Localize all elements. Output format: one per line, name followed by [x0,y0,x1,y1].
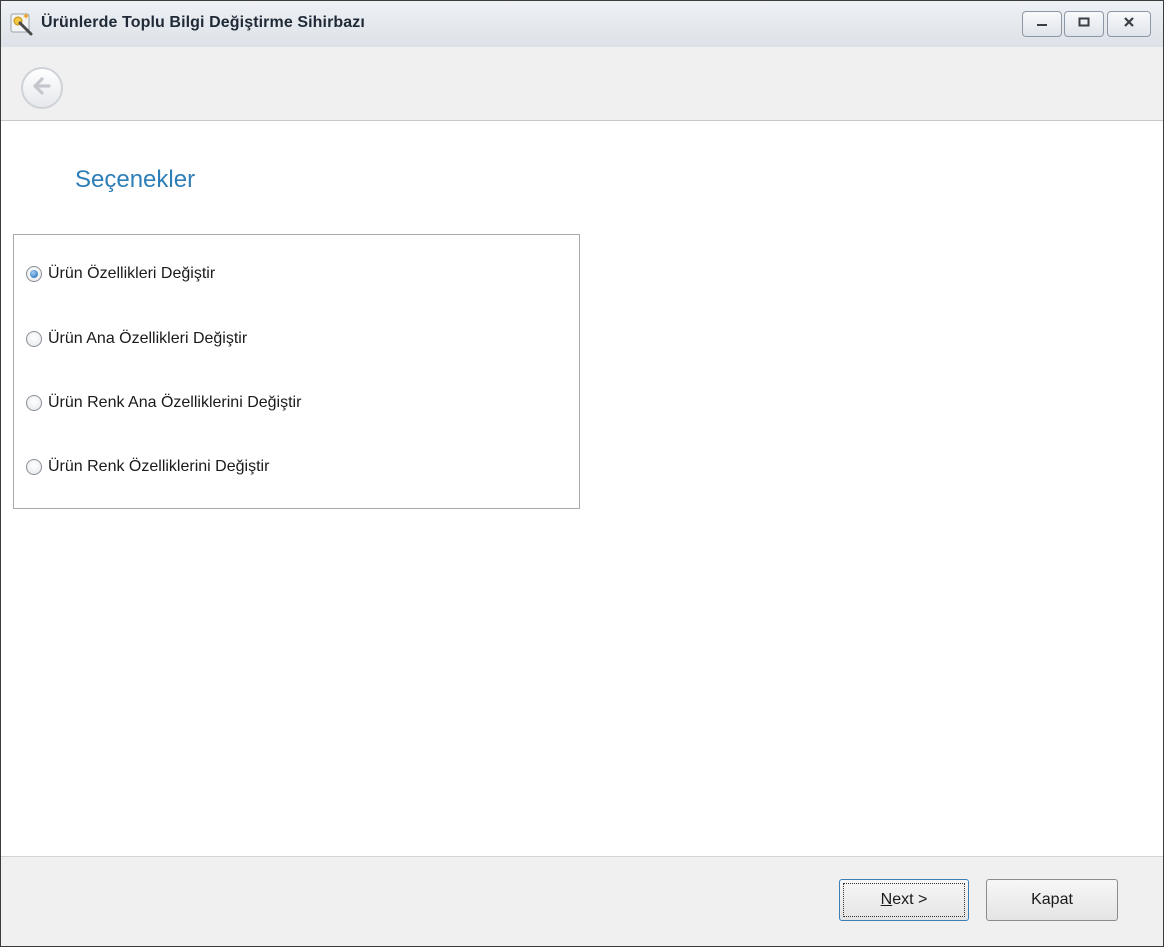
option-label: Ürün Renk Özelliklerini Değiştir [48,458,270,475]
maximize-button[interactable] [1064,11,1104,37]
back-button[interactable] [21,67,63,109]
option-label: Ürün Ana Özellikleri Değiştir [48,330,248,347]
wizard-wand-icon [9,10,35,36]
radio-button[interactable] [26,459,42,475]
minimize-button[interactable] [1022,11,1062,37]
wizard-window: Ürünlerde Toplu Bilgi Değiştirme Sihirba… [0,0,1164,947]
maximize-icon [1077,15,1091,33]
option-urun-renk-ozellikleri[interactable]: Ürün Renk Özelliklerini Değiştir [26,455,269,479]
wizard-nav-bar [1,47,1163,121]
next-label-rest: ext > [892,891,928,908]
next-button-label: Next > [881,891,928,909]
radio-button-selected[interactable] [26,266,42,282]
next-button[interactable]: Next > [839,879,969,921]
close-window-button[interactable] [1107,11,1151,37]
option-label: Ürün Renk Ana Özelliklerini Değiştir [48,394,302,411]
page-title: Seçenekler [75,166,196,193]
option-urun-ana-ozellikleri[interactable]: Ürün Ana Özellikleri Değiştir [26,327,247,351]
radio-button[interactable] [26,331,42,347]
title-bar[interactable]: Ürünlerde Toplu Bilgi Değiştirme Sihirba… [1,1,1163,48]
option-urun-ozellikleri[interactable]: Ürün Özellikleri Değiştir [26,262,215,286]
close-icon [1122,15,1136,33]
wizard-footer: Next > Kapat [1,856,1163,946]
options-group: Ürün Özellikleri Değiştir Ürün Ana Özell… [13,234,580,509]
option-label: Ürün Özellikleri Değiştir [48,265,216,282]
window-title: Ürünlerde Toplu Bilgi Değiştirme Sihirba… [41,14,365,31]
close-button[interactable]: Kapat [986,879,1118,921]
next-mnemonic: N [880,891,893,908]
back-arrow-icon [32,76,52,100]
minimize-icon [1035,15,1049,33]
radio-button[interactable] [26,395,42,411]
option-urun-renk-ana-ozellikleri[interactable]: Ürün Renk Ana Özelliklerini Değiştir [26,391,301,415]
